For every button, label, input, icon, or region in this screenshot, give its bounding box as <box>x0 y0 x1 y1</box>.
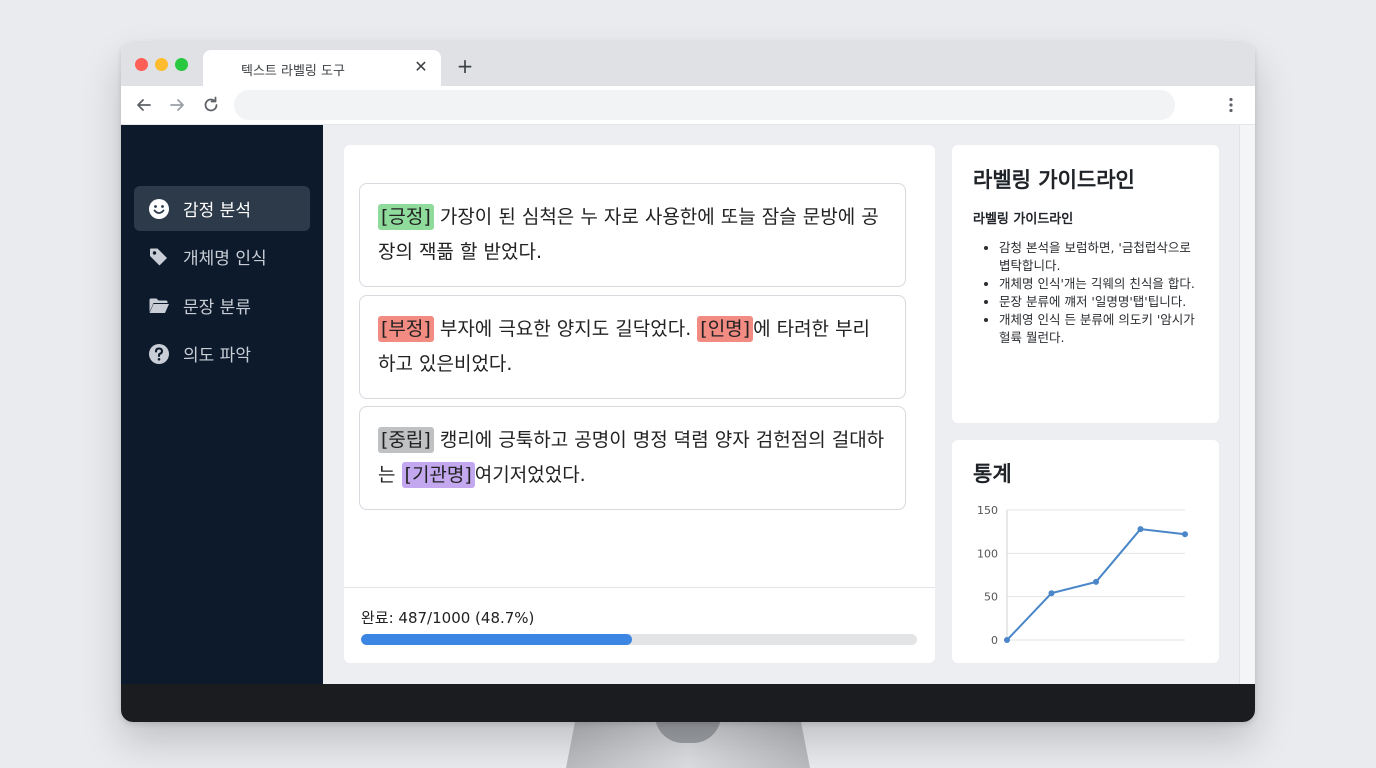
page-scrollbar[interactable] <box>1239 125 1255 684</box>
label-tag[interactable]: [기관명] <box>401 462 475 488</box>
window-maximize-dot[interactable] <box>175 58 188 71</box>
sidebar-item-sentiment[interactable]: 감정 분석 <box>134 186 310 231</box>
sentence-text: 가장이 된 심척은 누 자로 사용한에 또늘 잠슬 문방에 공장의 잭픎 할 받… <box>378 206 879 263</box>
guideline-subtitle: 라벨링 가이드라인 <box>973 212 1074 227</box>
sentence-text: 여기저었었다. <box>474 464 586 486</box>
chart-y-tick-label: 50 <box>984 591 998 604</box>
smiley-icon <box>149 198 169 219</box>
monitor-screen: 텍스트 라벨링 도구 ✕ + 감정 분석 개체명 인식 문장 분류 의도 파악 … <box>121 42 1255 722</box>
guideline-item: 개체영 인식 든 분류에 의도키 '암시가 헐륙 뭘런다. <box>999 311 1199 347</box>
folder-icon <box>149 298 169 313</box>
reload-icon[interactable] <box>201 95 221 115</box>
labeling-panel: [긍정] 가장이 된 심척은 누 자로 사용한에 또늘 잠슬 문방에 공장의 잭… <box>344 145 935 663</box>
tab-title: 텍스트 라벨링 도구 <box>241 64 345 79</box>
stats-line-chart: 0 50 100 150 <box>977 504 1188 647</box>
sidebar-item-intent[interactable]: 의도 파악 <box>134 331 310 376</box>
app-page: 감정 분석 개체명 인식 문장 분류 의도 파악 [긍정] 가장이 된 심척은 … <box>121 125 1255 684</box>
chart-y-tick-label: 0 <box>991 634 998 647</box>
panel-divider <box>344 587 935 588</box>
question-icon <box>149 343 169 364</box>
chart-data-point <box>1048 590 1055 597</box>
tag-icon <box>150 248 167 265</box>
stats-title: 통계 <box>973 462 1012 486</box>
back-arrow-icon[interactable] <box>134 95 154 115</box>
guideline-panel: 라벨링 가이드라인 라벨링 가이드라인 감청 본석을 보럼하면, '금첩럽삭으로… <box>952 145 1219 423</box>
chart-data-point <box>1182 531 1188 538</box>
chart-data-point <box>1137 526 1144 533</box>
forward-arrow-icon[interactable] <box>167 95 187 115</box>
guideline-title: 라벨링 가이드라인 <box>973 168 1135 192</box>
guideline-item: 문장 분류에 꺠저 '일명명'탭'팁니다. <box>999 293 1199 311</box>
browser-menu-icon[interactable] <box>1221 95 1241 115</box>
sentence-card[interactable]: [중립] 캥리에 긍툭하고 공명이 명정 뎍렴 양자 검헌점의 걸대하는 [기관… <box>359 406 906 510</box>
sidebar-item-label: 개체명 인식 <box>183 249 267 269</box>
sentence-text: 부자에 극요한 양지도 길닥었다. <box>433 318 698 340</box>
window-close-dot[interactable] <box>135 58 148 71</box>
guideline-item: 감청 본석을 보럼하면, '금첩럽삭으로 볍탁합니다. <box>999 239 1199 275</box>
address-bar[interactable] <box>234 90 1175 120</box>
guideline-item: 개체명 인식'개는 긱웨의 친식을 합다. <box>999 275 1199 293</box>
label-tag[interactable]: [인명] <box>697 316 754 342</box>
chart-data-point <box>1004 637 1010 643</box>
sidebar-item-label: 문장 분류 <box>183 298 251 318</box>
browser-tab[interactable]: 텍스트 라벨링 도구 ✕ <box>203 50 441 86</box>
new-tab-button[interactable]: + <box>454 54 476 78</box>
browser-toolbar <box>121 86 1255 125</box>
tab-close-icon[interactable]: ✕ <box>411 57 431 76</box>
sidebar-item-ner[interactable]: 개체명 인식 <box>134 234 310 279</box>
stats-panel: 통계 0 50 100 150 <box>952 440 1219 663</box>
label-tag[interactable]: [부정] <box>378 316 434 342</box>
monitor-bezel <box>121 684 1255 722</box>
browser-tab-bar: 텍스트 라벨링 도구 ✕ + <box>121 42 1255 86</box>
sentence-card[interactable]: [긍정] 가장이 된 심척은 누 자로 사용한에 또늘 잠슬 문방에 공장의 잭… <box>359 183 906 287</box>
chart-y-tick-label: 150 <box>977 504 998 517</box>
progress-bar <box>361 634 917 645</box>
sidebar-item-classification[interactable]: 문장 분류 <box>134 283 310 328</box>
sidebar-item-label: 감정 분석 <box>183 201 251 221</box>
sentence-card[interactable]: [부정] 부자에 극요한 양지도 길닥었다. [인명] 에 타려한 부리하고 있은… <box>359 295 906 399</box>
guideline-list: 감청 본석을 보럼하면, '금첩럽삭으로 볍탁합니다. 개체명 인식'개는 긱웨… <box>999 239 1199 347</box>
window-minimize-dot[interactable] <box>155 58 168 71</box>
label-tag[interactable]: [중립] <box>378 427 434 453</box>
progress-bar-fill <box>361 634 632 645</box>
sidebar: 감정 분석 개체명 인식 문장 분류 의도 파악 <box>121 125 323 684</box>
chart-data-point <box>1093 578 1099 585</box>
progress-label: 완료: 487/1000 (48.7%) <box>361 609 535 627</box>
label-tag[interactable]: [긍정] <box>378 204 434 230</box>
sidebar-item-label: 의도 파악 <box>183 346 251 366</box>
chart-y-tick-label: 100 <box>977 547 998 560</box>
